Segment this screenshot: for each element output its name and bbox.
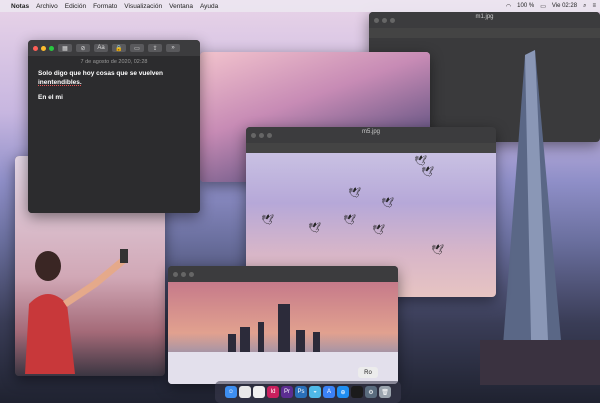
dock: ☺ Id Pr Ps ◒ A ⊕ ⚙ 🗑 [215, 381, 401, 403]
window-titlebar[interactable]: m5.jpg [246, 127, 496, 143]
woman-photo-figure [25, 249, 128, 374]
media-button[interactable]: ▭ [130, 44, 144, 52]
menu-file[interactable]: Archivo [36, 3, 58, 10]
bird-icon: 🕊 [261, 215, 274, 226]
preview-icon[interactable] [351, 386, 363, 398]
note-text-line-2: inentendibles. [38, 78, 82, 86]
battery-label[interactable]: 100 % [517, 3, 534, 9]
notes-icon[interactable] [253, 386, 265, 398]
menu-view[interactable]: Visualización [124, 3, 162, 10]
zoom-button[interactable] [189, 271, 194, 277]
messages-icon[interactable]: ◒ [309, 386, 321, 398]
close-button[interactable] [33, 45, 38, 51]
close-button[interactable] [251, 132, 256, 138]
share-button[interactable]: ⇪ [148, 44, 162, 52]
finder-icon[interactable]: ☺ [225, 386, 237, 398]
menu-window[interactable]: Ventana [169, 3, 193, 10]
menu-app-notes[interactable]: Notas [11, 3, 29, 10]
window-title: m5.jpg [361, 129, 380, 135]
trash-icon[interactable]: 🗑 [379, 386, 391, 398]
minimize-button[interactable] [41, 45, 46, 51]
minimize-button[interactable] [181, 271, 186, 277]
status-area: ◠ 100 % ▭ Vie 02:28 ⌕ ≡ [506, 0, 596, 12]
window-titlebar[interactable] [168, 266, 398, 282]
preview-toolbar [369, 28, 600, 38]
preview-toolbar [246, 143, 496, 153]
notes-toolbar[interactable]: ▦ ⊘ Aa 🔒 ▭ ⇪ » [28, 40, 200, 56]
menu-bar: Notas Archivo Edición Formato Visualizac… [0, 0, 600, 12]
wifi-icon[interactable]: ◠ [506, 3, 511, 10]
premiere-icon[interactable]: Pr [281, 386, 293, 398]
zoom-button[interactable] [267, 132, 272, 138]
skyscraper-photo [480, 50, 600, 385]
format-button[interactable]: Aa [94, 44, 108, 52]
chrome-icon[interactable] [239, 386, 251, 398]
bird-icon: 🕊 [421, 167, 434, 178]
control-center-icon[interactable]: ≡ [592, 3, 596, 9]
window-titlebar[interactable]: m1.jpg [369, 12, 600, 28]
notes-window[interactable]: ▦ ⊘ Aa 🔒 ▭ ⇪ » 7 de agosto de 2020, 02:2… [28, 40, 200, 213]
dock-tooltip: Ro [358, 367, 378, 378]
safari-icon[interactable]: ⊕ [337, 386, 349, 398]
menu-format[interactable]: Formato [93, 3, 117, 10]
close-button[interactable] [374, 17, 379, 23]
note-text-line-1: Solo digo que hoy cosas que se vuelven [38, 70, 163, 77]
search-icon[interactable]: ⌕ [583, 3, 586, 10]
bird-icon: 🕊 [348, 188, 361, 199]
checklist-button[interactable]: ⊘ [76, 44, 90, 52]
clock[interactable]: Vie 02:28 [552, 3, 577, 9]
minimize-button[interactable] [382, 17, 387, 23]
bird-icon: 🕊 [308, 223, 321, 234]
window-title: m1.jpg [475, 14, 494, 20]
battery-icon[interactable]: ▭ [540, 3, 546, 10]
appstore-icon[interactable]: A [323, 386, 335, 398]
bird-icon: 🕊 [343, 215, 356, 226]
note-text-line-3: En el mi [38, 93, 63, 101]
indesign-icon[interactable]: Id [267, 386, 279, 398]
settings-icon[interactable]: ⚙ [365, 386, 377, 398]
bird-icon: 🕊 [414, 156, 427, 167]
zoom-button[interactable] [390, 17, 395, 23]
lock-button[interactable]: 🔒 [112, 44, 126, 52]
close-button[interactable] [173, 271, 178, 277]
table-button[interactable]: ▦ [58, 44, 72, 52]
more-icon[interactable]: » [166, 44, 180, 52]
photoshop-icon[interactable]: Ps [295, 386, 307, 398]
note-editor[interactable]: 7 de agosto de 2020, 02:28 Solo digo que… [28, 56, 200, 213]
minimize-button[interactable] [259, 132, 264, 138]
bird-icon: 🕊 [372, 225, 385, 236]
zoom-button[interactable] [49, 45, 54, 51]
menu-help[interactable]: Ayuda [200, 3, 218, 10]
menu-edit[interactable]: Edición [65, 3, 86, 10]
desktop: Notas Archivo Edición Formato Visualizac… [0, 0, 600, 403]
note-date: 7 de agosto de 2020, 02:28 [80, 59, 148, 65]
bird-icon: 🕊 [431, 245, 444, 256]
bird-icon: 🕊 [381, 198, 394, 209]
